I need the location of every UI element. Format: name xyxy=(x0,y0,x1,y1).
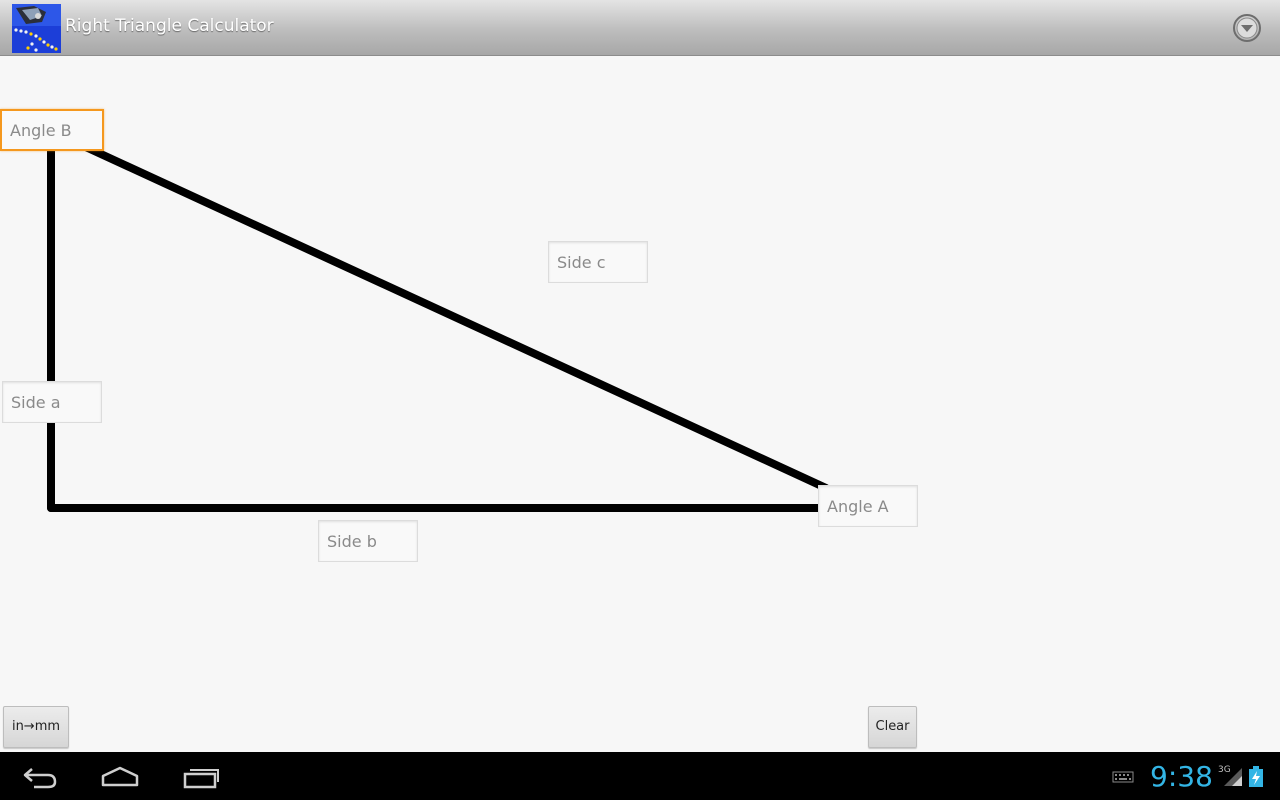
app-screen: Right Triangle Calculator in→mm Clear xyxy=(0,0,1280,800)
app-title: Right Triangle Calculator xyxy=(65,16,274,36)
angle-b-input[interactable] xyxy=(0,109,104,151)
recent-apps-icon[interactable] xyxy=(182,752,222,800)
convert-units-button[interactable]: in→mm xyxy=(3,706,69,748)
triangle-drawing xyxy=(47,127,830,512)
side-c-input[interactable] xyxy=(548,241,648,283)
clear-button[interactable]: Clear xyxy=(868,706,917,748)
home-icon[interactable] xyxy=(100,752,140,800)
app-logo-icon xyxy=(12,4,61,53)
signal-icon xyxy=(1222,752,1244,800)
system-nav-bar: 9:38 3G xyxy=(0,752,1280,800)
side-a-input[interactable] xyxy=(2,381,102,423)
overflow-menu-icon[interactable] xyxy=(1232,13,1262,43)
action-bar: Right Triangle Calculator xyxy=(0,0,1280,56)
side-b-input[interactable] xyxy=(318,520,418,562)
status-clock: 9:38 xyxy=(1150,760,1213,793)
back-icon[interactable] xyxy=(20,752,60,800)
angle-a-input[interactable] xyxy=(818,485,918,527)
keyboard-icon xyxy=(1112,752,1136,800)
battery-charging-icon xyxy=(1246,752,1266,800)
triangle-side-c-line xyxy=(47,127,830,492)
